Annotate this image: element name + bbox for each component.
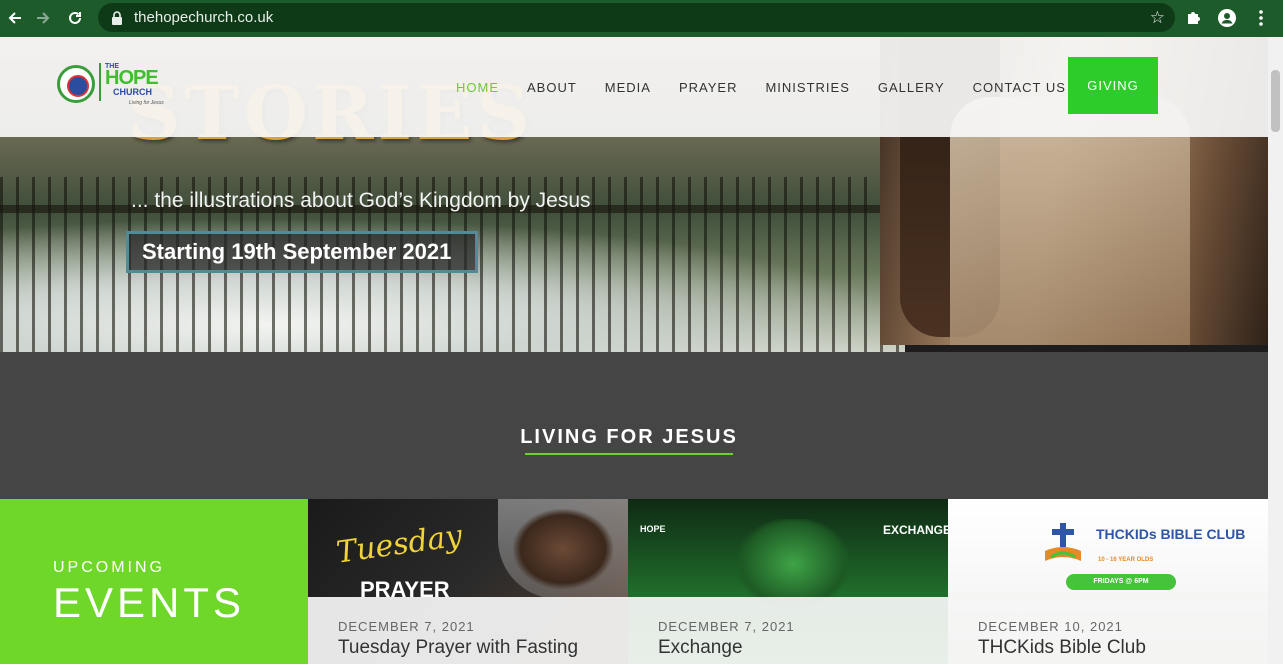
image-text-ages: 10 - 16 YEAR OLDS — [1098, 557, 1154, 563]
events-label: EVENTS — [53, 579, 246, 626]
praying-hands-image — [513, 509, 613, 589]
image-text-fridays: FRIDAYS @ 6PM — [1066, 574, 1176, 590]
hands-image — [738, 519, 848, 609]
site-header: THE HOPE CHURCH Living for Jesus HOME AB… — [0, 37, 1268, 137]
nav-ministries[interactable]: MINISTRIES — [751, 80, 863, 95]
event-card[interactable]: HOPE EXCHANGE DECEMBER 7, 2021 Exchange — [628, 499, 948, 664]
event-title[interactable]: THCKids Bible Club — [978, 637, 1268, 659]
profile-icon[interactable] — [1213, 4, 1241, 32]
hero-subtitle: ... the illustrations about God’s Kingdo… — [131, 189, 591, 212]
url-text: thehopechurch.co.uk — [134, 9, 274, 26]
site-logo[interactable]: THE HOPE CHURCH Living for Jesus — [57, 63, 167, 107]
logo-divider — [99, 63, 101, 101]
event-title[interactable]: Tuesday Prayer with Fasting — [338, 637, 628, 659]
page-scrollbar[interactable] — [1268, 37, 1283, 664]
logo-church: CHURCH — [113, 87, 152, 97]
nav-prayer[interactable]: PRAYER — [665, 80, 752, 95]
event-card[interactable]: THCKIDs BIBLE CLUB 10 - 16 YEAR OLDS FRI… — [948, 499, 1268, 664]
nav-about[interactable]: ABOUT — [513, 80, 591, 95]
image-text-kids: THCKIDs BIBLE CLUB — [1096, 526, 1246, 542]
image-text-tuesday: Tuesday — [334, 518, 465, 571]
nav-gallery[interactable]: GALLERY — [864, 80, 959, 95]
event-date: DECEMBER 10, 2021 — [978, 619, 1123, 634]
reload-icon[interactable] — [60, 3, 90, 33]
logo-tagline: Living for Jesus — [129, 100, 164, 106]
upcoming-events-panel: UPCOMING EVENTS — [0, 499, 308, 664]
section-heading: LIVING FOR JESUS — [520, 426, 738, 448]
giving-button[interactable]: GIVING — [1068, 57, 1158, 114]
nav-home[interactable]: HOME — [442, 80, 513, 95]
scrollbar-thumb[interactable] — [1271, 70, 1280, 132]
event-info: DECEMBER 7, 2021 Tuesday Prayer with Fas… — [308, 597, 628, 664]
event-info: DECEMBER 7, 2021 Exchange — [628, 597, 948, 664]
browser-toolbar: thehopechurch.co.uk ☆ — [0, 0, 1283, 37]
upcoming-label: UPCOMING — [53, 559, 165, 576]
church-seal-icon — [57, 65, 95, 103]
heading-underline — [525, 453, 733, 455]
kebab-menu-icon[interactable] — [1247, 4, 1275, 32]
address-bar[interactable]: thehopechurch.co.uk ☆ — [98, 3, 1175, 32]
nav-media[interactable]: MEDIA — [591, 80, 665, 95]
cross-book-icon — [1045, 523, 1081, 561]
web-page: STORIES ... the illustrations about God’… — [0, 37, 1268, 664]
image-text-exchange: EXCHANGE — [883, 523, 948, 537]
bookmark-star-icon[interactable]: ☆ — [1150, 8, 1165, 28]
extensions-puzzle-icon[interactable] — [1179, 4, 1207, 32]
forward-arrow-icon[interactable] — [28, 3, 58, 33]
image-text-hope: HOPE — [640, 524, 666, 534]
hero-strip — [905, 345, 1268, 352]
back-arrow-icon[interactable] — [0, 3, 30, 33]
event-title[interactable]: Exchange — [658, 637, 948, 659]
event-card[interactable]: Tuesday PRAYER DECEMBER 7, 2021 Tuesday … — [308, 499, 628, 664]
main-nav: HOME ABOUT MEDIA PRAYER MINISTRIES GALLE… — [442, 37, 1080, 137]
nav-contact-us[interactable]: CONTACT US — [959, 80, 1080, 95]
living-for-jesus-section: LIVING FOR JESUS — [0, 352, 1268, 499]
hero-date-badge: Starting 19th September 2021 — [126, 231, 478, 273]
event-info: DECEMBER 10, 2021 THCKids Bible Club — [948, 597, 1268, 664]
lock-icon — [110, 10, 124, 25]
events-strip: UPCOMING EVENTS Tuesday PRAYER DECEMBER … — [0, 499, 1268, 664]
event-date: DECEMBER 7, 2021 — [338, 619, 475, 634]
event-date: DECEMBER 7, 2021 — [658, 619, 795, 634]
